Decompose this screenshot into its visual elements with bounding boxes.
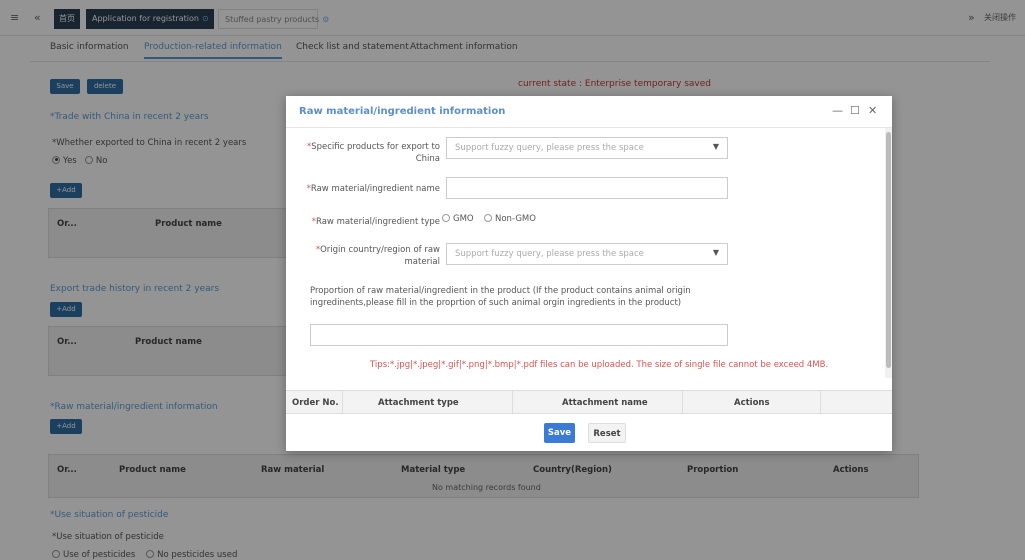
specific-products-select[interactable]: Support fuzzy query, please press the sp… — [446, 137, 728, 159]
gmo-radio-option[interactable]: GMO — [442, 213, 474, 224]
radio-gmo-label: GMO — [453, 214, 474, 224]
close-icon[interactable]: ✕ — [868, 104, 877, 117]
raw-material-dialog: Raw material/ingredient information — ☐ … — [286, 96, 892, 451]
column-header: Order No. — [292, 398, 339, 408]
raw-material-name-label: *Raw material/ingredient name — [306, 184, 440, 194]
select-placeholder: Support fuzzy query, please press the sp… — [455, 249, 644, 259]
column-divider — [820, 391, 821, 413]
origin-country-label-text: Origin country/region of raw material — [320, 245, 440, 267]
dialog-save-button[interactable]: Save — [544, 423, 575, 443]
dialog-title: Raw material/ingredient information — [299, 106, 506, 117]
specific-products-label: *Specific products for export to China — [306, 142, 440, 164]
minimize-icon[interactable]: — — [832, 104, 843, 117]
dialog-header: Raw material/ingredient information — ☐ … — [286, 96, 892, 128]
origin-country-label: *Origin country/region of raw material — [315, 245, 440, 267]
radio-gmo[interactable] — [442, 213, 450, 222]
raw-material-type-label-text: Raw material/ingredient type — [315, 217, 440, 227]
radio-non-gmo[interactable] — [484, 213, 492, 222]
column-divider — [682, 391, 683, 413]
chevron-down-icon: ▼ — [712, 142, 719, 151]
non-gmo-radio-option[interactable]: Non-GMO — [484, 213, 536, 224]
scrollbar-thumb[interactable] — [886, 132, 891, 368]
column-divider — [512, 391, 513, 413]
column-header: Attachment name — [562, 398, 648, 408]
raw-material-name-input[interactable] — [446, 177, 728, 199]
select-placeholder: Support fuzzy query, please press the sp… — [455, 143, 644, 153]
dialog-reset-button[interactable]: Reset — [588, 423, 626, 443]
specific-products-label-text: Specific products for export to China — [311, 142, 440, 164]
maximize-icon[interactable]: ☐ — [850, 104, 860, 117]
origin-country-select[interactable]: Support fuzzy query, please press the sp… — [446, 243, 728, 265]
proportion-label: Proportion of raw material/ingredient in… — [310, 286, 691, 308]
raw-material-name-label-text: Raw material/ingredient name — [310, 184, 440, 194]
attachment-table-header: Order No. Attachment type Attachment nam… — [286, 390, 892, 414]
column-header: Actions — [734, 398, 770, 408]
radio-non-gmo-label: Non-GMO — [495, 214, 536, 224]
upload-tips: Tips:*.jpg|*.jpeg|*.gif|*.png|*.bmp|*.pd… — [370, 360, 829, 370]
column-header: Attachment type — [378, 398, 459, 408]
column-divider — [342, 391, 343, 413]
dialog-scrollbar[interactable] — [885, 128, 892, 378]
proportion-input[interactable] — [310, 324, 728, 346]
chevron-down-icon: ▼ — [712, 248, 719, 257]
raw-material-type-label: *Raw material/ingredient type — [311, 217, 440, 227]
